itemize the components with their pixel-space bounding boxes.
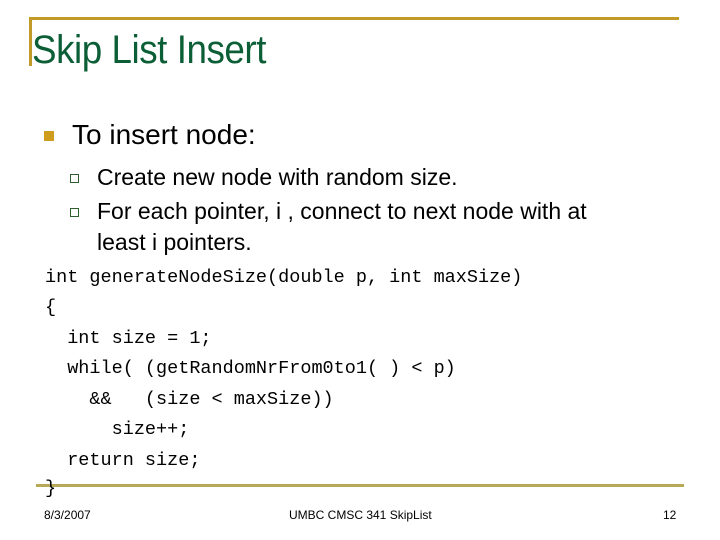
- code-line: {: [45, 297, 57, 318]
- sub-bullet-text: Create new node with random size.: [97, 164, 458, 190]
- square-bullet-icon: [44, 131, 54, 141]
- title-top-rule: [29, 17, 679, 20]
- hollow-square-bullet-icon: [70, 208, 79, 217]
- footer-date: 8/3/2007: [44, 508, 91, 522]
- code-line: int generateNodeSize(double p, int maxSi…: [45, 267, 523, 288]
- code-line: size++;: [45, 419, 190, 440]
- slide: Skip List Insert To insert node: Create …: [0, 0, 720, 540]
- sub-bullet-text-continuation: least i pointers.: [97, 229, 252, 255]
- page-number: 12: [663, 508, 677, 522]
- code-line: }: [45, 478, 57, 499]
- slide-title: Skip List Insert: [32, 28, 266, 72]
- code-line: && (size < maxSize)): [45, 389, 334, 410]
- footer-course: UMBC CMSC 341 SkipList: [289, 508, 432, 522]
- code-line: int size = 1;: [45, 328, 212, 349]
- code-line: while( (getRandomNrFrom0to1( ) < p): [45, 358, 456, 379]
- code-line: return size;: [45, 450, 201, 471]
- hollow-square-bullet-icon: [70, 174, 79, 183]
- sub-bullet-text: For each pointer, i , connect to next no…: [97, 198, 587, 224]
- footer-rule: [36, 484, 684, 487]
- bullet-text: To insert node:: [72, 119, 256, 150]
